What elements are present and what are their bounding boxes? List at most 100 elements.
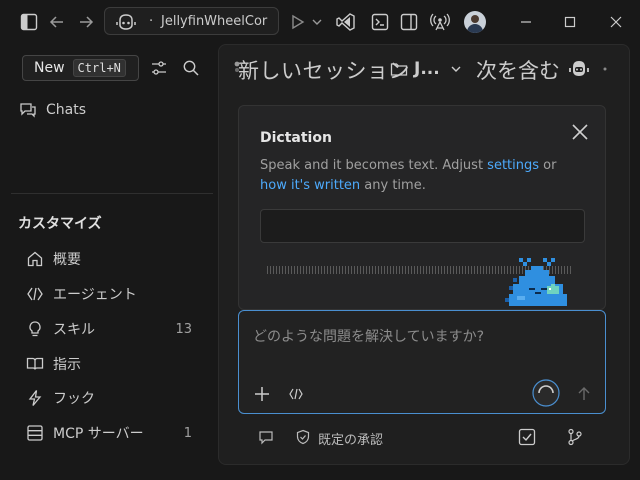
waveform-bar bbox=[492, 266, 493, 274]
waveform-bar bbox=[330, 266, 331, 274]
waveform-bar bbox=[447, 266, 448, 274]
waveform-bar bbox=[288, 266, 289, 274]
comment-icon[interactable] bbox=[255, 426, 277, 448]
waveform-bar bbox=[405, 266, 406, 274]
session-title: 新しいセッション bbox=[238, 59, 410, 83]
folder-icon[interactable] bbox=[388, 58, 410, 80]
waveform-bar bbox=[417, 266, 418, 274]
copilot-icon bbox=[115, 11, 137, 33]
waveform-bar bbox=[366, 266, 367, 274]
dictation-close-icon[interactable] bbox=[568, 120, 592, 144]
waveform-bar bbox=[468, 266, 469, 274]
waveform-bar bbox=[483, 266, 484, 274]
waveform-bar bbox=[465, 266, 466, 274]
vscode-icon[interactable] bbox=[334, 10, 358, 34]
dictation-field[interactable] bbox=[260, 209, 585, 243]
waveform-bar bbox=[318, 266, 319, 274]
sidebar-item-label: 指示 bbox=[53, 357, 81, 373]
close-icon[interactable] bbox=[606, 12, 626, 32]
git-branch-icon[interactable] bbox=[564, 426, 586, 448]
sidebar-item-overview[interactable]: 概要 bbox=[24, 245, 204, 273]
search-icon[interactable] bbox=[180, 57, 202, 79]
waveform-bar bbox=[396, 266, 397, 274]
waveform-bar bbox=[501, 266, 502, 274]
book-icon bbox=[24, 353, 46, 375]
mascot-icon bbox=[505, 254, 571, 310]
sidebar-toggle-icon[interactable] bbox=[18, 11, 40, 33]
maximize-icon[interactable] bbox=[560, 12, 580, 32]
waveform-bar bbox=[408, 266, 409, 274]
chat-input[interactable]: どのような問題を解決していますか? bbox=[238, 310, 606, 414]
shield-icon[interactable] bbox=[292, 426, 314, 448]
waveform-bar bbox=[333, 266, 334, 274]
waveform-bar bbox=[474, 266, 475, 274]
waveform-bar bbox=[471, 266, 472, 274]
sidebar-item-count: 1 bbox=[183, 425, 192, 441]
arrow-left-icon[interactable] bbox=[46, 11, 68, 33]
sidebar-item-instructions[interactable]: 指示 bbox=[24, 350, 204, 378]
avatar[interactable] bbox=[464, 11, 486, 33]
waveform-bar bbox=[339, 266, 340, 274]
waveform-bar bbox=[354, 266, 355, 274]
lightning-icon bbox=[24, 387, 46, 409]
command-center[interactable]: · JellyfinWheelCor bbox=[104, 7, 279, 35]
waveform-bar bbox=[291, 266, 292, 274]
waveform-bar bbox=[345, 266, 346, 274]
waveform-bar bbox=[267, 266, 268, 274]
sidebar-item-skills[interactable]: スキル 13 bbox=[24, 315, 204, 343]
waveform-bar bbox=[393, 266, 394, 274]
sidebar-item-hooks[interactable]: フック bbox=[24, 384, 204, 412]
waveform-bar bbox=[429, 266, 430, 274]
waveform-bar bbox=[273, 266, 274, 274]
loading-spinner-icon[interactable] bbox=[531, 378, 561, 408]
waveform-bar bbox=[321, 266, 322, 274]
more-dot-icon[interactable] bbox=[600, 60, 610, 78]
waveform-bar bbox=[312, 266, 313, 274]
how-its-written-link[interactable]: how it's written bbox=[260, 178, 360, 193]
settings-link[interactable]: settings bbox=[487, 158, 539, 173]
waveform-bar bbox=[348, 266, 349, 274]
sidebar-item-agents[interactable]: エージェント bbox=[24, 280, 204, 308]
waveform-bar bbox=[384, 266, 385, 274]
broadcast-icon[interactable] bbox=[429, 11, 451, 33]
sidebar-item-count: 13 bbox=[175, 321, 192, 337]
waveform-bar bbox=[372, 266, 373, 274]
sidebar-item-label: エージェント bbox=[53, 287, 137, 303]
folder-chevron-down-icon[interactable] bbox=[449, 60, 463, 78]
filter-icon[interactable] bbox=[148, 57, 170, 79]
minimize-icon[interactable] bbox=[516, 12, 536, 32]
waveform-bar bbox=[495, 266, 496, 274]
waveform-bar bbox=[276, 266, 277, 274]
sidebar-item-mcp-servers[interactable]: MCP サーバー 1 bbox=[24, 419, 204, 447]
waveform-bar bbox=[297, 266, 298, 274]
sidebar-item-label: MCP サーバー bbox=[53, 426, 144, 442]
tooltip-shortcut: Ctrl+N bbox=[72, 59, 126, 77]
waveform-bar bbox=[450, 266, 451, 274]
waveform-bar bbox=[456, 266, 457, 274]
send-arrow-icon[interactable] bbox=[573, 383, 595, 405]
chats-link[interactable]: Chats bbox=[46, 102, 86, 118]
copilot-mascot-icon[interactable] bbox=[566, 57, 592, 81]
waveform-bar bbox=[489, 266, 490, 274]
checkbox-icon[interactable] bbox=[516, 426, 538, 448]
default-approval-button[interactable]: 既定の承認 bbox=[318, 429, 383, 448]
waveform-bar bbox=[279, 266, 280, 274]
waveform-bar bbox=[462, 266, 463, 274]
agent-mode-icon[interactable] bbox=[285, 383, 307, 405]
customize-section-title: カスタマイズ bbox=[18, 216, 102, 232]
agent-icon bbox=[24, 283, 46, 305]
terminal-icon[interactable] bbox=[369, 11, 391, 33]
split-panel-icon[interactable] bbox=[398, 11, 420, 33]
folder-picker[interactable]: J... bbox=[414, 59, 440, 79]
lightbulb-icon bbox=[24, 318, 46, 340]
waveform-bar bbox=[351, 266, 352, 274]
play-icon[interactable] bbox=[288, 11, 308, 33]
arrow-right-icon[interactable] bbox=[75, 11, 97, 33]
sidebar-item-label: フック bbox=[53, 391, 95, 407]
add-icon[interactable] bbox=[251, 383, 273, 405]
chevron-down-icon[interactable] bbox=[309, 12, 325, 32]
waveform-bar bbox=[477, 266, 478, 274]
waveform-bar bbox=[378, 266, 379, 274]
title-separator: · bbox=[149, 14, 154, 29]
waveform-bar bbox=[315, 266, 316, 274]
